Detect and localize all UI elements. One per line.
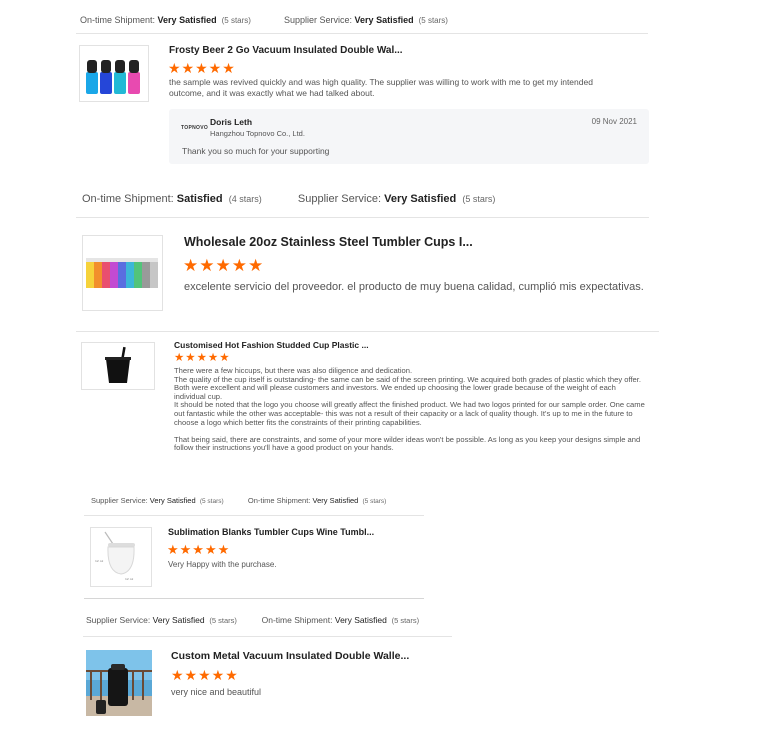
- product-title[interactable]: Custom Metal Vacuum Insulated Double Wal…: [171, 650, 409, 662]
- studded-cup-image-icon: [105, 346, 131, 383]
- divider: [76, 217, 649, 218]
- product-thumbnail[interactable]: [81, 342, 155, 390]
- rating-summary: On-time Shipment: Satisfied (4 stars) Su…: [82, 193, 495, 205]
- rating-b-value: Very Satisfied: [312, 496, 359, 505]
- product-title[interactable]: Customised Hot Fashion Studded Cup Plast…: [174, 340, 369, 350]
- divider: [84, 515, 424, 516]
- product-thumbnail[interactable]: [82, 235, 163, 311]
- reply-name: Doris Leth: [210, 117, 253, 127]
- review-text: very nice and beautiful: [171, 687, 262, 697]
- svg-text:12 oz: 12 oz: [95, 559, 104, 563]
- reply-company: Hangzhou Topnovo Co., Ltd.: [210, 129, 305, 138]
- review-text: excelente servicio del proveedor. el pro…: [184, 281, 644, 293]
- rating-a-stars: (5 stars): [209, 616, 237, 625]
- rating-b-stars: (5 stars): [418, 16, 448, 25]
- rating-a-value: Satisfied: [176, 193, 223, 205]
- star-rating: ★★★★★: [171, 667, 239, 683]
- rating-a-stars: (5 stars): [199, 498, 224, 505]
- rating-a-value: Very Satisfied: [157, 15, 217, 25]
- rating-b-label: Supplier Service:: [297, 193, 382, 205]
- rating-b-label: On-time Shipment:: [261, 615, 333, 625]
- product-thumbnail[interactable]: 12 oz 12 oz: [90, 527, 152, 587]
- rating-b-stars: (5 stars): [391, 616, 420, 625]
- rating-b-stars: (5 stars): [462, 194, 496, 204]
- rating-a-stars: (4 stars): [228, 194, 262, 204]
- vacuum-bottle-image-icon: [86, 60, 140, 94]
- divider: [83, 636, 452, 637]
- wine-tumbler-image-icon: 12 oz 12 oz: [95, 531, 135, 581]
- vacuum-can-cooler-image-icon: [86, 650, 152, 716]
- product-title[interactable]: Sublimation Blanks Tumbler Cups Wine Tum…: [168, 527, 374, 537]
- topnovo-logo: TOPNOVO: [181, 125, 208, 131]
- rating-summary: Supplier Service: Very Satisfied (5 star…: [91, 496, 386, 505]
- rating-b-stars: (5 stars): [362, 498, 387, 505]
- rating-a-label: On-time Shipment:: [82, 193, 174, 205]
- divider: [84, 598, 424, 599]
- rating-summary: Supplier Service: Very Satisfied (5 star…: [86, 615, 419, 625]
- product-thumbnail[interactable]: [79, 45, 149, 102]
- tumbler-cups-image-icon: [86, 258, 158, 288]
- divider: [76, 331, 659, 332]
- product-thumbnail[interactable]: [86, 650, 152, 716]
- review-text: the sample was revived quickly and was h…: [169, 77, 593, 98]
- reply-text: Thank you so much for your supporting: [182, 146, 330, 156]
- product-title[interactable]: Frosty Beer 2 Go Vacuum Insulated Double…: [169, 45, 403, 56]
- rating-a-label: Supplier Service:: [86, 615, 151, 625]
- review-text: There were a few hiccups, but there was …: [174, 366, 645, 453]
- rating-b-value: Very Satisfied: [354, 15, 414, 25]
- rating-a-label: Supplier Service:: [91, 496, 148, 505]
- reply-date: 09 Nov 2021: [591, 117, 637, 126]
- review-text: Very Happy with the purchase.: [168, 560, 277, 569]
- logo-text: TOPNOVO: [181, 125, 209, 131]
- rating-a-label: On-time Shipment:: [80, 15, 156, 25]
- star-rating: ★★★★★: [174, 352, 231, 364]
- supplier-reply: TOPNOVO Doris Leth Hangzhou Topnovo Co.,…: [169, 109, 649, 164]
- rating-a-stars: (5 stars): [221, 16, 251, 25]
- product-title[interactable]: Wholesale 20oz Stainless Steel Tumbler C…: [184, 235, 473, 249]
- rating-summary: On-time Shipment: Very Satisfied (5 star…: [80, 15, 448, 25]
- rating-a-value: Very Satisfied: [149, 496, 196, 505]
- rating-b-value: Very Satisfied: [334, 615, 387, 625]
- star-rating: ★★★★★: [167, 542, 231, 557]
- rating-b-value: Very Satisfied: [384, 193, 457, 205]
- svg-text:12 oz: 12 oz: [125, 577, 134, 581]
- rating-a-value: Very Satisfied: [152, 615, 205, 625]
- rating-b-label: On-time Shipment:: [247, 496, 311, 505]
- star-rating: ★★★★★: [168, 60, 236, 76]
- divider: [76, 33, 648, 34]
- star-rating: ★★★★★: [183, 256, 265, 275]
- rating-b-label: Supplier Service:: [283, 15, 353, 25]
